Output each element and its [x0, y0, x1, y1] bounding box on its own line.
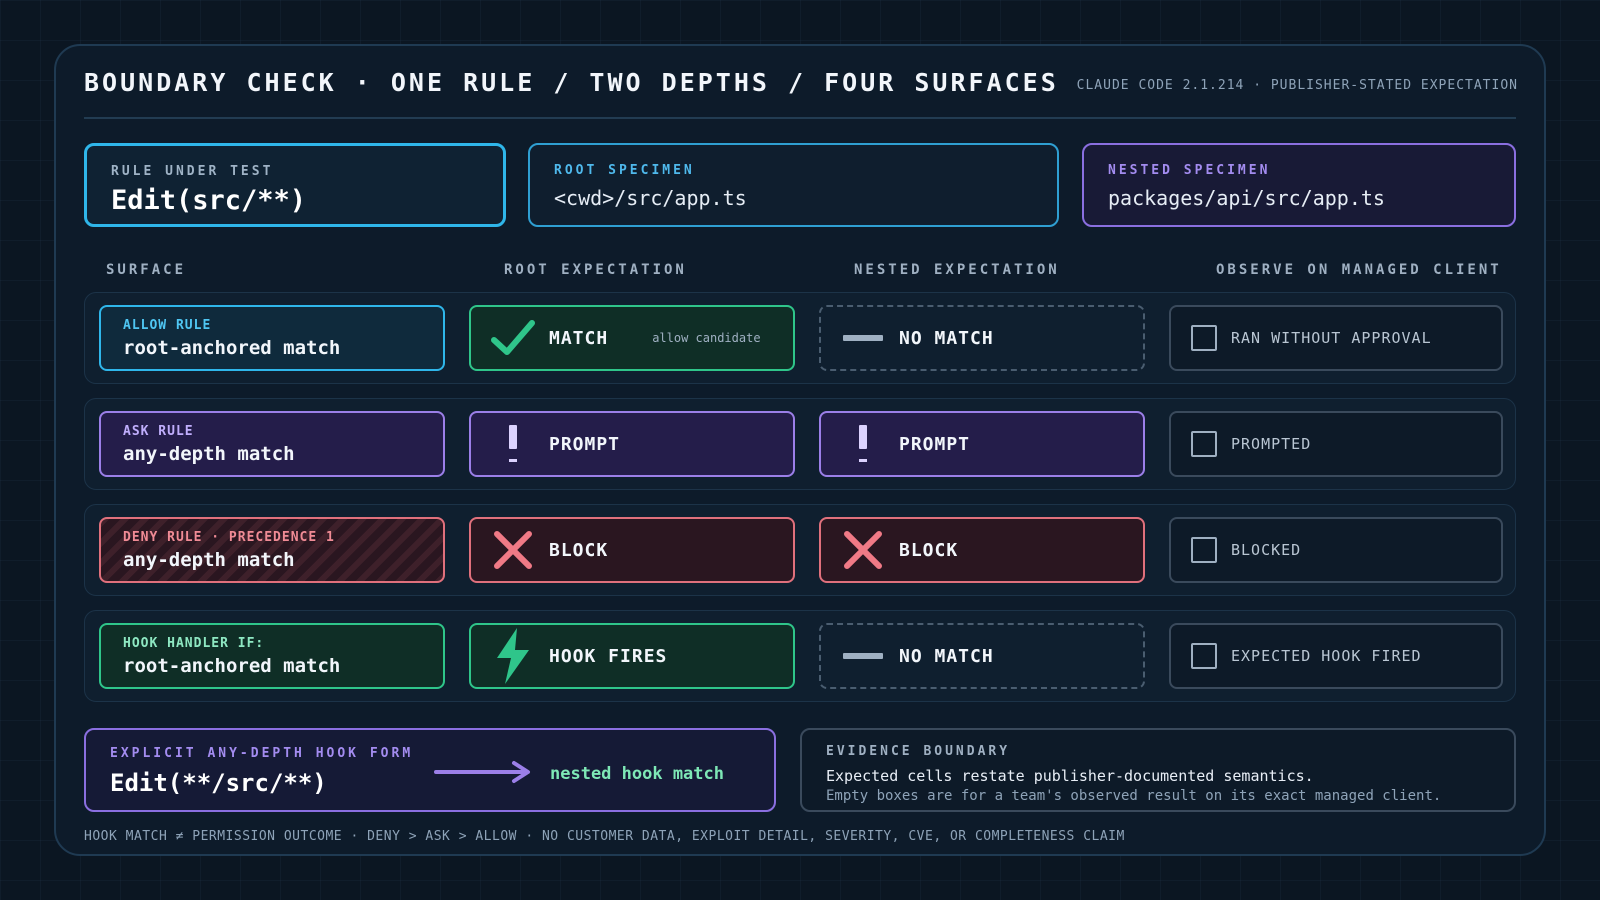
surface-value: any-depth match: [123, 442, 295, 465]
observe-cell: PROMPTED: [1169, 411, 1503, 477]
surface-label: ASK RULE: [123, 423, 194, 439]
expectation-word: PROMPT: [899, 433, 971, 455]
nested-expectation-cell: BLOCK: [819, 517, 1145, 583]
version-meta: CLAUDE CODE 2.1.214 · PUBLISHER-STATED E…: [1076, 78, 1518, 93]
evidence-line-2: Empty boxes are for a team's observed re…: [826, 788, 1442, 804]
expectation-word: NO MATCH: [899, 327, 994, 349]
surface-value: any-depth match: [123, 548, 295, 571]
root-expectation-cell: BLOCK: [469, 517, 795, 583]
column-header-root: ROOT EXPECTATION: [504, 262, 687, 278]
title-divider: [84, 117, 1516, 119]
evidence-boundary-card: EVIDENCE BOUNDARY Expected cells restate…: [800, 728, 1516, 812]
lightning-icon: [491, 628, 535, 684]
row-allow-rule: ALLOW RULE root-anchored match MATCH all…: [84, 292, 1516, 384]
expectation-word: NO MATCH: [899, 645, 994, 667]
surface-cell: ALLOW RULE root-anchored match: [99, 305, 445, 371]
expectation-note: allow candidate: [652, 331, 761, 345]
page-title: BOUNDARY CHECK · ONE RULE / TWO DEPTHS /…: [84, 68, 1059, 97]
surface-label: ALLOW RULE: [123, 317, 212, 333]
root-expectation-cell: HOOK FIRES: [469, 623, 795, 689]
row-ask-rule: ASK RULE any-depth match PROMPT PROMPT P…: [84, 398, 1516, 490]
root-expectation-cell: MATCH allow candidate: [469, 305, 795, 371]
observation-label: RAN WITHOUT APPROVAL: [1231, 329, 1432, 347]
nested-specimen-value: packages/api/src/app.ts: [1108, 186, 1385, 210]
arrow-right-icon: [434, 760, 534, 788]
row-deny-rule: DENY RULE · PRECEDENCE 1 any-depth match…: [84, 504, 1516, 596]
surface-cell: ASK RULE any-depth match: [99, 411, 445, 477]
observation-checkbox[interactable]: [1191, 431, 1217, 457]
surface-label: HOOK HANDLER IF:: [123, 635, 265, 651]
nested-expectation-cell: NO MATCH: [819, 623, 1145, 689]
observation-label: PROMPTED: [1231, 435, 1312, 453]
any-depth-hook-form-card: EXPLICIT ANY-DEPTH HOOK FORM Edit(**/src…: [84, 728, 776, 812]
row-hook-handler: HOOK HANDLER IF: root-anchored match HOO…: [84, 610, 1516, 702]
expectation-word: BLOCK: [899, 539, 959, 561]
expectation-word: MATCH: [549, 327, 609, 349]
expectation-word: BLOCK: [549, 539, 609, 561]
observe-cell: EXPECTED HOOK FIRED: [1169, 623, 1503, 689]
dash-icon: [841, 634, 885, 678]
nested-expectation-cell: PROMPT: [819, 411, 1145, 477]
check-icon: [491, 316, 535, 360]
nested-expectation-cell: NO MATCH: [819, 305, 1145, 371]
exclamation-icon: [491, 422, 535, 466]
observation-checkbox[interactable]: [1191, 325, 1217, 351]
root-specimen-value: <cwd>/src/app.ts: [554, 186, 747, 210]
observe-cell: RAN WITHOUT APPROVAL: [1169, 305, 1503, 371]
rule-under-test-card: RULE UNDER TEST Edit(src/**): [84, 143, 506, 227]
surface-value: root-anchored match: [123, 654, 341, 677]
exclamation-icon: [841, 422, 885, 466]
hook-form-label: EXPLICIT ANY-DEPTH HOOK FORM: [110, 746, 414, 761]
expectation-word: HOOK FIRES: [549, 645, 668, 667]
x-icon: [841, 528, 885, 572]
x-icon: [491, 528, 535, 572]
rule-under-test-label: RULE UNDER TEST: [111, 164, 274, 179]
column-header-nested: NESTED EXPECTATION: [854, 262, 1060, 278]
rule-under-test-value: Edit(src/**): [111, 185, 307, 216]
nested-hook-match-label: nested hook match: [550, 764, 724, 784]
column-header-observe: OBSERVE ON MANAGED CLIENT: [1216, 262, 1502, 278]
surface-value: root-anchored match: [123, 336, 341, 359]
observe-cell: BLOCKED: [1169, 517, 1503, 583]
observation-checkbox[interactable]: [1191, 537, 1217, 563]
surface-cell: HOOK HANDLER IF: root-anchored match: [99, 623, 445, 689]
root-expectation-cell: PROMPT: [469, 411, 795, 477]
evidence-label: EVIDENCE BOUNDARY: [826, 744, 1011, 759]
nested-specimen-card: NESTED SPECIMEN packages/api/src/app.ts: [1082, 143, 1516, 227]
dash-icon: [841, 316, 885, 360]
column-header-surface: SURFACE: [106, 262, 187, 278]
observation-checkbox[interactable]: [1191, 643, 1217, 669]
surface-label: DENY RULE · PRECEDENCE 1: [123, 529, 335, 545]
nested-specimen-label: NESTED SPECIMEN: [1108, 163, 1271, 178]
root-specimen-label: ROOT SPECIMEN: [554, 163, 695, 178]
evidence-line-1: Expected cells restate publisher-documen…: [826, 767, 1314, 785]
root-specimen-card: ROOT SPECIMEN <cwd>/src/app.ts: [528, 143, 1059, 227]
footer-note: HOOK MATCH ≠ PERMISSION OUTCOME · DENY >…: [84, 829, 1125, 844]
expectation-word: PROMPT: [549, 433, 621, 455]
surface-cell: DENY RULE · PRECEDENCE 1 any-depth match: [99, 517, 445, 583]
observation-label: EXPECTED HOOK FIRED: [1231, 647, 1422, 665]
observation-label: BLOCKED: [1231, 541, 1302, 559]
